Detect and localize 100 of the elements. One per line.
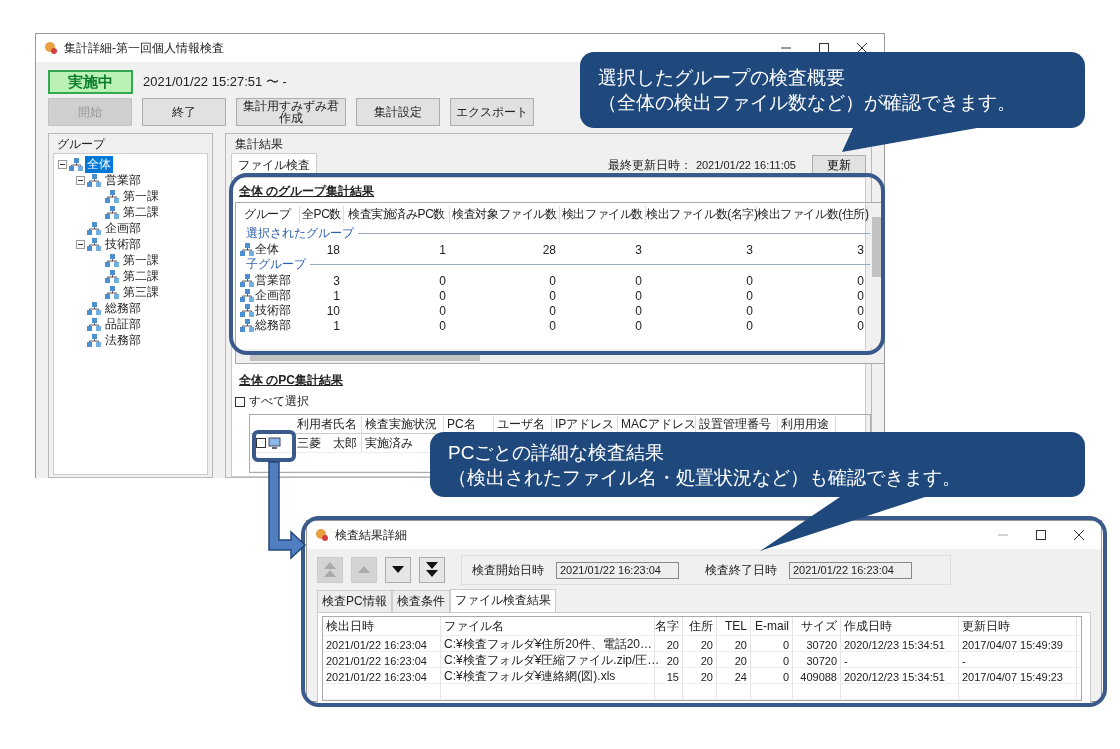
tree-item[interactable]: 営業部 [103,171,143,189]
tree-item[interactable]: 第一課 [121,187,161,205]
refresh-button[interactable]: 更新 [812,155,866,175]
tree-item[interactable]: 第三課 [121,283,161,301]
tab[interactable]: 検査条件 [391,590,450,612]
table-cell: 15 [655,668,683,685]
table-cell: C:¥検査フォルダ¥住所20件、電話20… [441,636,655,653]
callout-text: 選択したグループの検査概要 [598,66,846,90]
table-cell: 24 [717,668,751,685]
app-icon [315,528,329,542]
column-header[interactable]: 検査実施状況 [362,415,444,433]
column-header[interactable]: 更新日時 [959,617,1077,635]
tree-item[interactable]: 技術部 [103,235,143,253]
table-cell: 2021/01/22 16:23:04 [323,652,441,669]
tree-item[interactable]: 全体 [85,155,113,173]
table-cell: 0 [549,318,556,333]
column-header[interactable]: 検査対象ファイル数 [450,205,560,223]
arrow-button[interactable] [385,557,411,583]
column-header[interactable]: サイズ [793,617,841,635]
tree-item[interactable]: 第二課 [121,267,161,285]
section-label: 子グループ [246,255,306,273]
tree-item[interactable]: 法務部 [103,331,143,349]
table-cell: 企画部 [255,287,291,304]
tab[interactable]: 検査PC情報 [317,590,392,612]
column-header[interactable]: 検出日時 [323,617,441,635]
table-cell: 2017/04/07 15:49:39 [959,636,1077,653]
table-cell: 0 [635,303,642,318]
network-group-icon [240,289,254,302]
network-group-icon [240,319,254,332]
collapse-toggle-icon[interactable] [58,159,67,169]
column-header[interactable]: 利用者氏名 [294,415,362,433]
column-header[interactable]: 全PC数 [300,205,344,223]
network-group-icon [105,253,119,267]
tree-item[interactable]: 第二課 [121,203,161,221]
last-updated-time: 2021/01/22 16:11:05 [695,159,796,171]
network-group-icon [105,189,119,203]
table-cell: 0 [751,668,793,685]
table-cell: 1 [333,288,340,303]
collapse-toggle-icon[interactable] [76,239,85,249]
collapse-toggle-icon[interactable] [76,175,85,185]
table-cell: 0 [549,273,556,288]
table-cell: 2021/01/22 16:23:04 [323,636,441,653]
column-header[interactable]: TEL [717,617,751,635]
start-time-field[interactable]: 2021/01/22 16:23:04 [556,561,679,579]
toolbar-button[interactable]: 集計設定 [356,98,440,126]
tree-item[interactable]: 総務部 [103,299,143,317]
table-cell: 10 [326,303,340,318]
column-header[interactable]: 検出ファイル数(住所) [757,205,868,223]
table-cell: 409088 [793,668,841,685]
table-cell: 2020/12/23 15:34:51 [841,636,959,653]
table-cell: 30720 [793,636,841,653]
tab[interactable]: ファイル検査結果 [449,589,556,612]
callout-text: PCごとの詳細な検査結果 [448,440,666,465]
table-cell: 0 [439,273,446,288]
close-icon[interactable] [856,42,868,54]
column-header[interactable]: 検出ファイル数(名字) [646,205,757,223]
column-header[interactable]: グループ [236,205,300,223]
section-label: 選択されたグループ [246,224,354,242]
table-cell: 20 [717,652,751,669]
table-cell: 0 [857,273,864,288]
end-time-field[interactable]: 2021/01/22 16:23:04 [789,561,912,579]
column-header[interactable]: 検査実施済みPC数 [344,205,450,223]
table-cell: 18 [326,242,340,257]
checkbox[interactable] [256,438,266,448]
table-cell: 0 [857,318,864,333]
last-updated-label: 最終更新日時： [607,156,692,174]
network-group-icon [105,285,119,299]
column-header[interactable]: E-mail [751,617,793,635]
column-header[interactable]: 作成日時 [841,617,959,635]
table-cell: 3 [635,242,642,257]
table-cell: 0 [857,288,864,303]
column-header[interactable]: 住所 [683,617,717,635]
table-cell: 0 [746,303,753,318]
close-icon[interactable] [1073,529,1085,541]
tree-item[interactable]: 第一課 [121,251,161,269]
table-cell: 0 [635,273,642,288]
toolbar-button[interactable]: エクスポート [450,98,534,126]
column-header[interactable]: 検出ファイル数 [560,205,646,223]
maximize-icon[interactable] [1035,529,1047,541]
network-group-icon [240,304,254,317]
column-header[interactable]: ファイル名 [441,617,655,635]
table-cell: 0 [635,318,642,333]
field-label: 検査開始日時 [472,561,544,579]
table-cell: 20 [717,636,751,653]
network-group-icon [240,274,254,287]
table-cell: 営業部 [255,272,291,289]
network-group-icon [87,301,101,315]
computer-icon [268,436,281,450]
tree-item[interactable]: 企画部 [103,219,143,237]
double-arrow-button[interactable] [419,557,445,583]
table-cell: 0 [857,303,864,318]
toolbar-button[interactable]: 終了 [142,98,226,126]
table-cell: 28 [542,242,556,257]
table-cell: 総務部 [255,317,291,334]
network-group-icon [87,317,101,331]
column-header[interactable]: 名字 [655,617,683,635]
network-group-icon [105,205,119,219]
checkbox[interactable] [235,396,245,407]
toolbar-button[interactable]: 集計用すみずみ君作成 [236,98,346,126]
tree-item[interactable]: 品証部 [103,315,143,333]
